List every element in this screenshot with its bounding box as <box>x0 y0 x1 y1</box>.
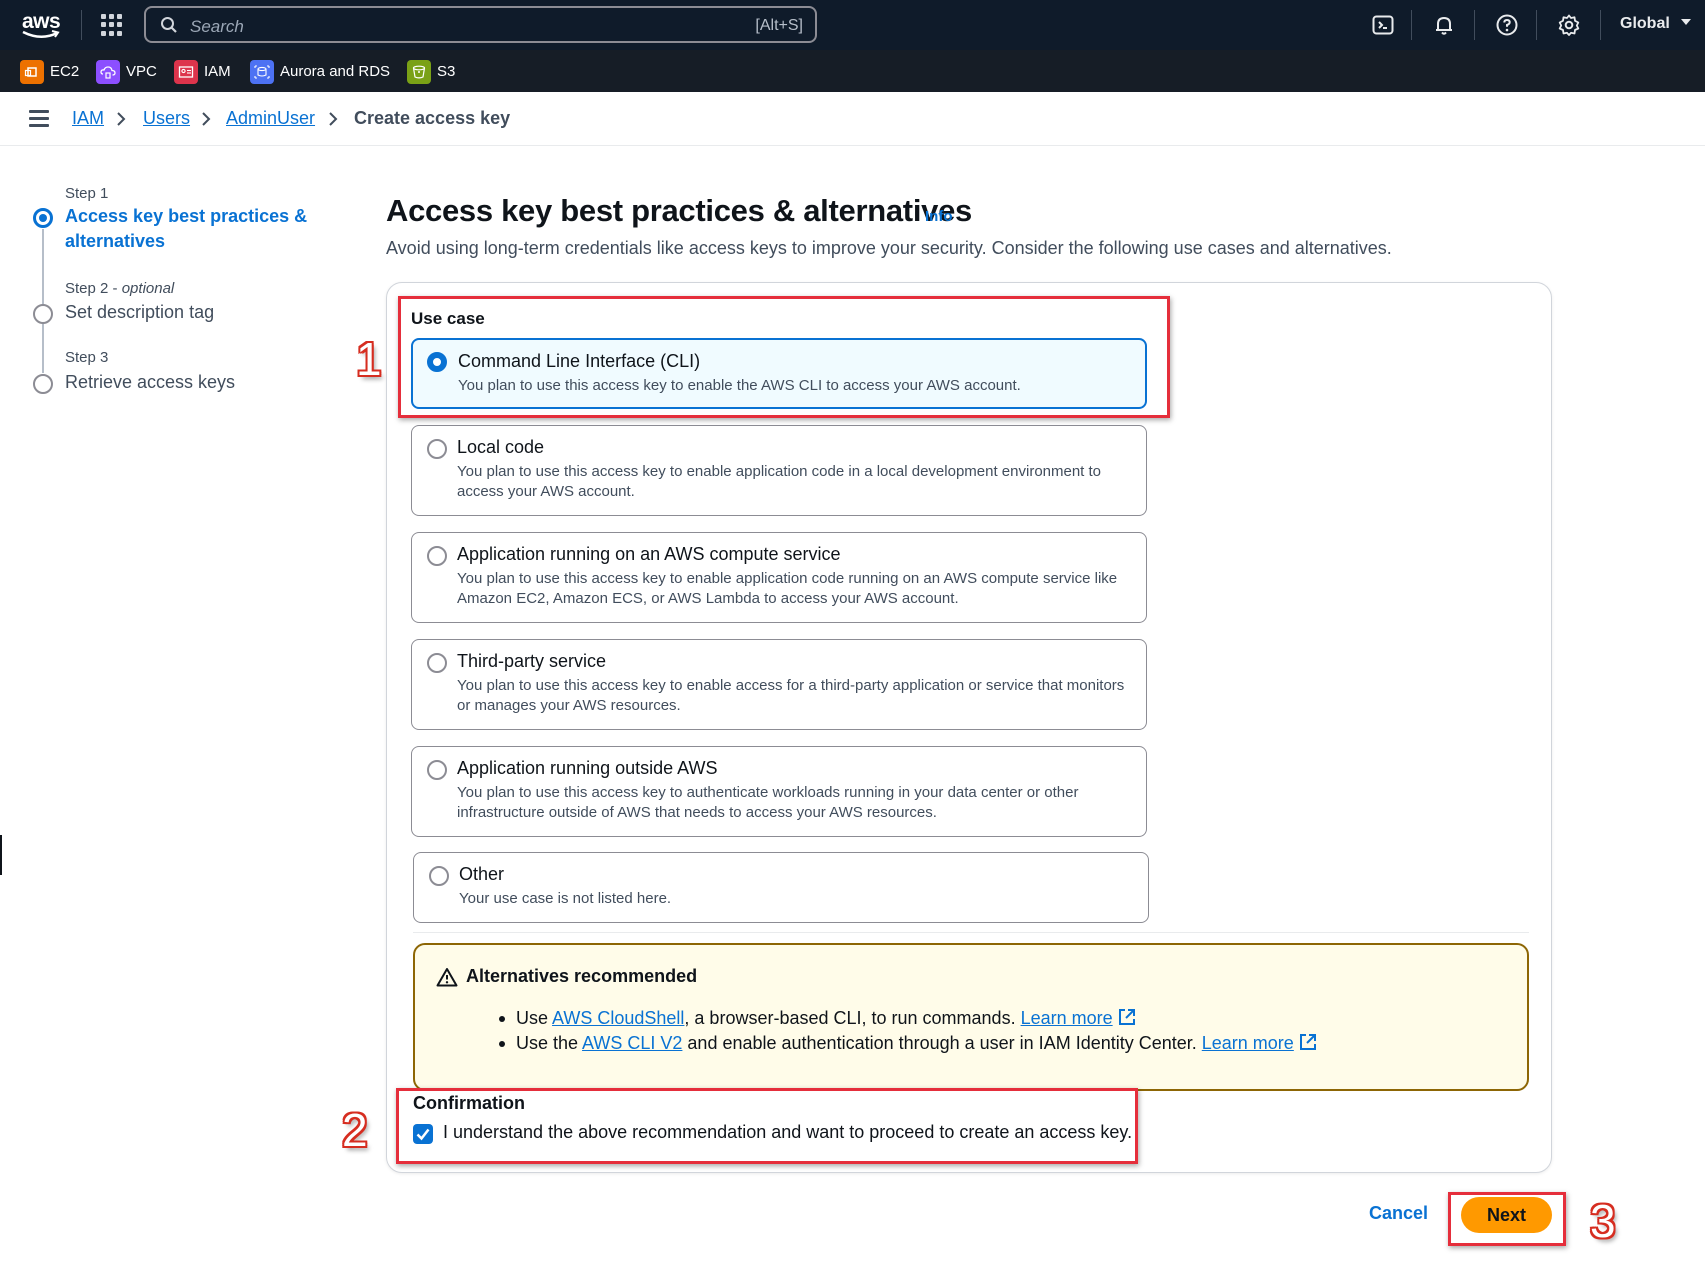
radio[interactable] <box>427 546 447 566</box>
option-description: You plan to use this access key to enabl… <box>457 463 1102 500</box>
option-description: You plan to use this access key to enabl… <box>457 677 1125 714</box>
alert-list: Use AWS CloudShell, a browser-based CLI,… <box>499 1006 1317 1056</box>
option-outside-aws[interactable]: Application running outside AWS You plan… <box>411 746 1147 837</box>
top-navigation: aws Search [Alt+S] Global <box>0 0 1705 50</box>
step-2-indicator <box>33 304 53 324</box>
callout-number: 2 <box>342 1104 368 1156</box>
divider <box>413 932 1529 933</box>
step-2-label: Step 2 - optional <box>65 280 175 297</box>
page-title: Access key best practices & alternatives <box>386 193 972 228</box>
search-icon <box>161 17 177 33</box>
help-icon[interactable] <box>1495 13 1519 37</box>
cloudshell-icon[interactable] <box>1371 13 1395 37</box>
aws-cloudshell-link[interactable]: AWS CloudShell <box>552 1008 684 1028</box>
external-link-icon <box>1118 1009 1135 1025</box>
breadcrumb-current: Create access key <box>354 108 511 128</box>
favorite-ec2[interactable]: EC2 <box>20 59 79 84</box>
search-input[interactable]: Search [Alt+S] <box>144 6 817 43</box>
list-item: Use AWS CloudShell, a browser-based CLI,… <box>499 1006 1317 1031</box>
highlight-box-next <box>1448 1192 1566 1246</box>
radio[interactable] <box>427 760 447 780</box>
list-item: Use the AWS CLI V2 and enable authentica… <box>499 1031 1317 1056</box>
breadcrumb-bar: IAM Users AdminUser Create access key <box>0 92 1705 146</box>
option-description: Your use case is not listed here. <box>459 890 672 907</box>
step-connector <box>42 229 44 309</box>
rds-icon <box>250 59 274 84</box>
option-title: Application running on an AWS compute se… <box>457 544 841 564</box>
option-other[interactable]: Other Your use case is not listed here. <box>413 852 1149 923</box>
cancel-button[interactable]: Cancel <box>1369 1203 1428 1224</box>
breadcrumb-users[interactable]: Users <box>143 108 190 129</box>
callout-number: 1 <box>356 333 382 385</box>
callout-number: 3 <box>1590 1195 1616 1247</box>
step-2-title: Set description tag <box>65 302 215 322</box>
radio[interactable] <box>427 653 447 673</box>
option-title: Application running outside AWS <box>457 758 718 778</box>
step-connector <box>42 323 44 373</box>
favorite-iam[interactable]: IAM <box>174 59 231 84</box>
highlight-box-confirmation <box>396 1088 1138 1164</box>
external-link-icon <box>1299 1034 1316 1050</box>
option-aws-compute[interactable]: Application running on an AWS compute se… <box>411 532 1147 623</box>
alert-header: Alternatives recommended <box>466 966 698 986</box>
hamburger-menu-icon[interactable] <box>29 110 49 127</box>
option-title: Local code <box>457 437 545 457</box>
favorite-aurora-rds[interactable]: Aurora and RDS <box>250 59 390 84</box>
nav-divider <box>81 10 82 40</box>
search-shortcut: [Alt+S] <box>755 17 803 34</box>
favorite-s3[interactable]: S3 <box>407 59 455 84</box>
chevron-right-icon <box>117 112 126 126</box>
alternatives-alert: Alternatives recommended Use AWS CloudSh… <box>413 943 1529 1091</box>
step-1-indicator <box>33 208 53 228</box>
warning-icon <box>436 968 458 987</box>
window-edge <box>0 835 2 875</box>
nav-divider <box>1411 10 1412 40</box>
caret-down-icon <box>1681 19 1692 25</box>
iam-icon <box>174 59 198 84</box>
option-description: You plan to use this access key to authe… <box>457 784 1079 821</box>
info-link[interactable]: Info <box>925 208 953 225</box>
step-1-title[interactable]: Access key best practices & alternatives <box>65 204 325 254</box>
step-3-label: Step 3 <box>65 349 109 366</box>
option-title: Other <box>459 864 505 884</box>
aws-logo[interactable]: aws <box>20 8 64 40</box>
favorites-bar: EC2 VPC IAM Aurora and RDS S3 <box>0 50 1705 92</box>
radio[interactable] <box>427 439 447 459</box>
option-third-party[interactable]: Third-party service You plan to use this… <box>411 639 1147 730</box>
chevron-right-icon <box>329 112 338 126</box>
learn-more-link[interactable]: Learn more <box>1202 1033 1294 1053</box>
favorite-vpc[interactable]: VPC <box>96 59 157 84</box>
bell-icon[interactable] <box>1432 13 1456 37</box>
region-selector[interactable]: Global <box>1620 15 1692 33</box>
breadcrumb-adminuser[interactable]: AdminUser <box>226 108 315 129</box>
gear-icon[interactable] <box>1557 13 1581 37</box>
page-description: Avoid using long-term credentials like a… <box>386 238 1392 258</box>
region-label: Global <box>1620 15 1670 32</box>
grid-icon[interactable] <box>101 14 123 36</box>
step-3-title: Retrieve access keys <box>65 372 236 392</box>
nav-divider <box>1474 10 1475 40</box>
option-title: Third-party service <box>457 651 607 671</box>
radio[interactable] <box>429 866 449 886</box>
breadcrumb-iam[interactable]: IAM <box>72 108 104 129</box>
aws-cli-v2-link[interactable]: AWS CLI V2 <box>582 1033 682 1053</box>
chevron-right-icon <box>202 112 211 126</box>
search-placeholder: Search <box>190 17 244 36</box>
option-local-code[interactable]: Local code You plan to use this access k… <box>411 425 1147 516</box>
learn-more-link[interactable]: Learn more <box>1021 1008 1113 1028</box>
vpc-icon <box>96 59 120 84</box>
step-1-label: Step 1 <box>65 185 109 202</box>
nav-divider <box>1536 10 1537 40</box>
step-3-indicator <box>33 374 53 394</box>
nav-divider <box>1600 10 1601 40</box>
highlight-box-use-case <box>398 296 1170 418</box>
option-description: You plan to use this access key to enabl… <box>457 570 1118 607</box>
ec2-icon <box>20 59 44 84</box>
s3-icon <box>407 59 431 84</box>
